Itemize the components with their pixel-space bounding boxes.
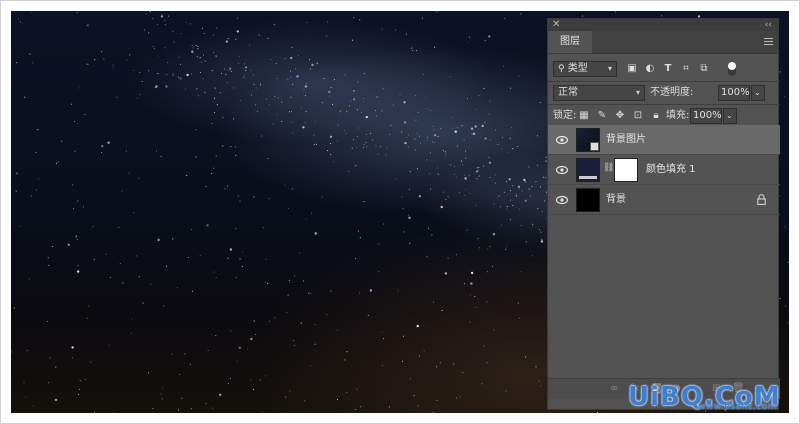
collapse-icon[interactable]: ‹‹ — [765, 19, 772, 31]
smart-object-filter-icon[interactable]: ⧉ — [698, 63, 710, 75]
lock-icon — [757, 194, 766, 205]
link-icon[interactable]: ⛓ — [603, 163, 614, 173]
layer-row[interactable]: 背景 — [548, 185, 780, 215]
lock-all-icon[interactable]: 🔒︎ — [650, 110, 662, 122]
watermark-url: www.psahz.com — [698, 402, 778, 412]
blend-mode-select[interactable]: 正常 ▾ — [553, 85, 645, 101]
eye-icon[interactable] — [556, 165, 568, 175]
pixel-filter-icon[interactable]: ▣ — [626, 63, 638, 75]
layer-row[interactable]: 背景图片 — [548, 125, 780, 155]
fill-dropdown[interactable]: ⌄ — [723, 108, 737, 124]
filter-toggle[interactable] — [728, 62, 736, 76]
blend-row: 正常 ▾ 不透明度: 100% ⌄ — [548, 82, 780, 104]
eye-icon[interactable] — [556, 135, 568, 145]
close-icon[interactable]: ✕ — [552, 19, 560, 31]
search-icon: ⚲ — [558, 64, 565, 74]
layer-thumbnail — [576, 128, 600, 152]
layer-name: 颜色填充 1 — [646, 164, 696, 175]
layer-mask-thumbnail — [614, 158, 638, 182]
type-filter-icon[interactable]: T — [662, 63, 674, 75]
layer-name: 背景图片 — [606, 134, 646, 145]
lock-position-icon[interactable]: ✥ — [614, 110, 626, 122]
layer-name: 背景 — [606, 194, 626, 205]
filter-type-select[interactable]: ⚲ 类型 ▾ — [553, 61, 617, 77]
tab-layers[interactable]: 图层 — [548, 31, 592, 53]
opacity-label: 不透明度: — [650, 87, 694, 98]
opacity-dropdown[interactable]: ⌄ — [751, 85, 765, 101]
fill-slider-icon — [579, 176, 597, 179]
panel-title-bar[interactable]: ✕ ‹‹ — [548, 19, 778, 31]
shape-filter-icon[interactable]: ⌗ — [680, 63, 692, 75]
opacity-input[interactable]: 100% — [718, 85, 750, 101]
chevron-down-icon: ▾ — [607, 64, 612, 73]
panel-tab-bar: 图层 — [548, 31, 778, 54]
panel-menu-icon[interactable] — [764, 38, 773, 45]
layer-thumbnail — [576, 188, 600, 212]
blend-mode-value: 正常 — [558, 87, 578, 98]
site-watermark: UiBQ.CoM www.psahz.com — [628, 384, 781, 412]
chevron-down-icon: ⌄ — [754, 88, 761, 97]
fill-label: 填充: — [666, 110, 690, 121]
adjustment-filter-icon[interactable]: ◐ — [644, 63, 656, 75]
eye-icon[interactable] — [556, 195, 568, 205]
fill-color-thumbnail — [576, 158, 600, 182]
artboard-lock-icon[interactable]: ⊡ — [632, 110, 644, 122]
fill-value: 100% — [693, 110, 722, 121]
chevron-down-icon: ▾ — [635, 88, 640, 97]
fill-input[interactable]: 100% — [690, 108, 722, 124]
link-layers-icon[interactable]: ∞ — [610, 383, 618, 394]
lock-label: 锁定: — [553, 110, 577, 121]
lock-row: 锁定: ▦ ✎ ✥ ⊡ 🔒︎ 填充: 100% ⌄ — [548, 105, 780, 127]
chevron-down-icon: ⌄ — [726, 111, 733, 120]
opacity-value: 100% — [721, 87, 750, 98]
lock-paint-icon[interactable]: ✎ — [596, 110, 608, 122]
layers-panel: ✕ ‹‹ 图层 ⚲ 类型 ▾ ▣ ◐ T ⌗ ⧉ 正常 ▾ 不透明度: 100%… — [547, 18, 780, 410]
smart-object-icon — [590, 142, 599, 151]
lock-transparent-icon[interactable]: ▦ — [578, 110, 590, 122]
layer-filter-row: ⚲ 类型 ▾ ▣ ◐ T ⌗ ⧉ — [548, 59, 780, 79]
filter-type-value: 类型 — [567, 63, 588, 74]
layer-row[interactable]: ⛓ 颜色填充 1 — [548, 155, 780, 185]
